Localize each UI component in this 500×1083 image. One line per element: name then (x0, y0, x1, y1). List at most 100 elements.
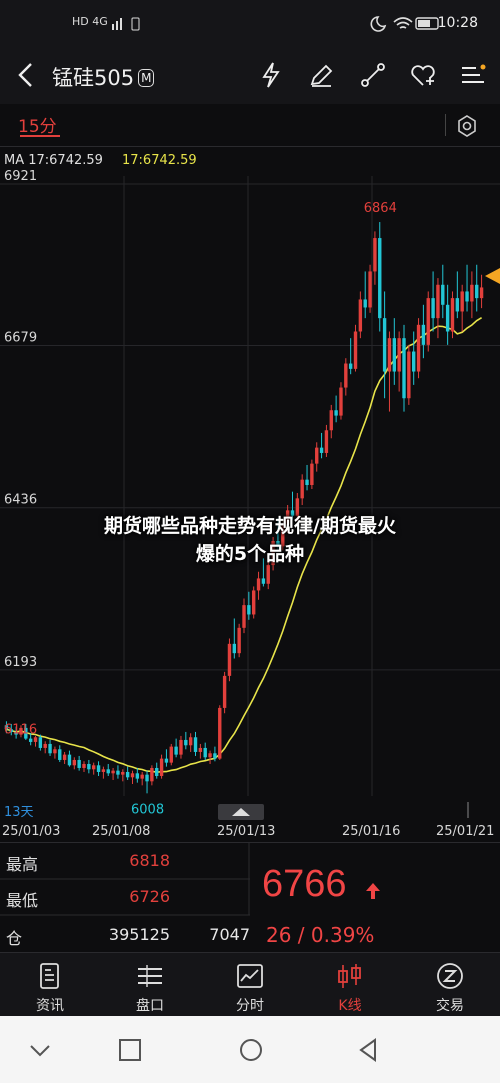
candle-body (353, 331, 358, 369)
chart-toolbar: 15分 (0, 104, 500, 147)
system-nav-bar (0, 1016, 500, 1083)
candlestick-icon (338, 964, 361, 988)
period-underline (20, 135, 60, 137)
y-tick-label: 6679 (4, 331, 37, 346)
candle-body (222, 675, 227, 708)
chevron-down-icon[interactable] (28, 1038, 52, 1062)
candle-body (252, 590, 256, 615)
candle-body (479, 287, 484, 299)
candle-body (412, 351, 416, 372)
candle-body (460, 291, 464, 312)
arrow-up-icon (366, 883, 380, 899)
candle-body (38, 737, 43, 748)
orderbook-icon (138, 965, 162, 987)
bottom-tab-bar: 资讯 盘口 分时 K线 交易 (0, 952, 500, 1017)
candle-body (348, 363, 353, 369)
candle-body (319, 447, 324, 453)
app-header: 锰硅505 M (0, 48, 500, 104)
candle-body (315, 447, 319, 464)
candle-body (193, 737, 198, 752)
candle-body (392, 338, 396, 372)
candle-body (67, 754, 72, 766)
settings-icon[interactable] (455, 114, 479, 138)
candle-body (242, 605, 246, 628)
recents-icon[interactable] (118, 1038, 142, 1062)
x-tick-label: 25/01/16 (342, 824, 400, 839)
candle-body (87, 763, 91, 770)
y-tick-label: 6921 (4, 169, 37, 184)
timeshare-icon (237, 964, 263, 988)
candle-body (48, 743, 52, 754)
candle-body (373, 238, 377, 272)
toolbar-divider (445, 114, 446, 136)
left-annotation: 6116 (4, 722, 37, 737)
candle-body (300, 479, 304, 499)
system-status-icons (370, 16, 439, 32)
tab-trade[interactable]: 交易 (400, 953, 500, 1017)
candle-body (218, 707, 222, 759)
candle-body (475, 284, 479, 299)
stats-dividers (0, 843, 250, 916)
candle-body (378, 238, 382, 319)
candle-body (179, 739, 183, 755)
candle-body (397, 338, 401, 372)
candle-body (363, 299, 367, 308)
overlay-line-1: 期货哪些品种走势有规律/期货最火 (104, 515, 396, 537)
candle-body (344, 363, 348, 388)
lightning-icon[interactable] (256, 60, 286, 90)
candle-body (203, 747, 207, 758)
candle-body (402, 338, 406, 399)
candle-body (232, 643, 236, 654)
candle-body (72, 759, 76, 766)
candle-body (82, 763, 86, 768)
back-arrow-icon[interactable] (12, 60, 42, 90)
tab-timeshare[interactable]: 分时 (200, 953, 300, 1017)
tab-label: 盘口 (136, 998, 164, 1014)
favorite-add-icon[interactable] (408, 60, 438, 90)
candle-body (145, 774, 149, 782)
candle-body (436, 284, 440, 319)
candle-body (184, 739, 188, 746)
candle-body (155, 767, 159, 776)
candle-body (198, 747, 203, 752)
ma-legend-value: 17:6742.59 (122, 153, 197, 168)
line-tool-icon[interactable] (358, 60, 388, 90)
candle-body (125, 771, 130, 778)
overlay-caption: 期货哪些品种走势有规律/期货最火 爆的5个品种 (0, 512, 500, 568)
signal-battery-icon (112, 17, 140, 31)
back-icon[interactable] (356, 1038, 380, 1062)
x-tick-label: 25/01/21 (436, 824, 494, 839)
home-icon[interactable] (238, 1038, 264, 1064)
price-change: 26 / 0.39% (266, 923, 375, 947)
candle-body (445, 304, 450, 332)
news-icon (40, 963, 59, 989)
overlay-line-2: 爆的5个品种 (195, 543, 305, 565)
candle-body (208, 753, 212, 758)
main-contract-badge: M (138, 69, 155, 87)
clock: 10:28 (437, 15, 478, 31)
candle-body (407, 351, 411, 399)
draw-pencil-icon[interactable] (306, 60, 336, 90)
candle-body (77, 759, 81, 768)
candle-body (164, 758, 169, 763)
candle-body (58, 749, 62, 760)
candle-body (416, 324, 421, 372)
tab-orderbook[interactable]: 盘口 (100, 953, 200, 1017)
y-tick-label: 6193 (4, 655, 37, 670)
period-selector[interactable]: 15分 (18, 112, 57, 137)
kline-chart[interactable]: MA 17:6742.59 17:6742.59 6921 6679 6436 619… (0, 146, 500, 842)
candle-body (101, 769, 106, 772)
candle-body (382, 318, 387, 372)
candle-body (310, 463, 314, 485)
network-indicator: HD 4G (72, 15, 108, 28)
candle-body (43, 743, 47, 748)
y-tick-label: 6436 (4, 493, 37, 508)
tab-label: K线 (338, 998, 362, 1014)
candle-body (470, 284, 474, 302)
candle-body (62, 754, 67, 760)
menu-icon[interactable] (458, 60, 488, 90)
x-tick-label: 25/01/08 (92, 824, 150, 839)
tab-kline[interactable]: K线 (300, 953, 400, 1017)
tab-news[interactable]: 资讯 (0, 953, 100, 1017)
candle-body (169, 746, 173, 763)
